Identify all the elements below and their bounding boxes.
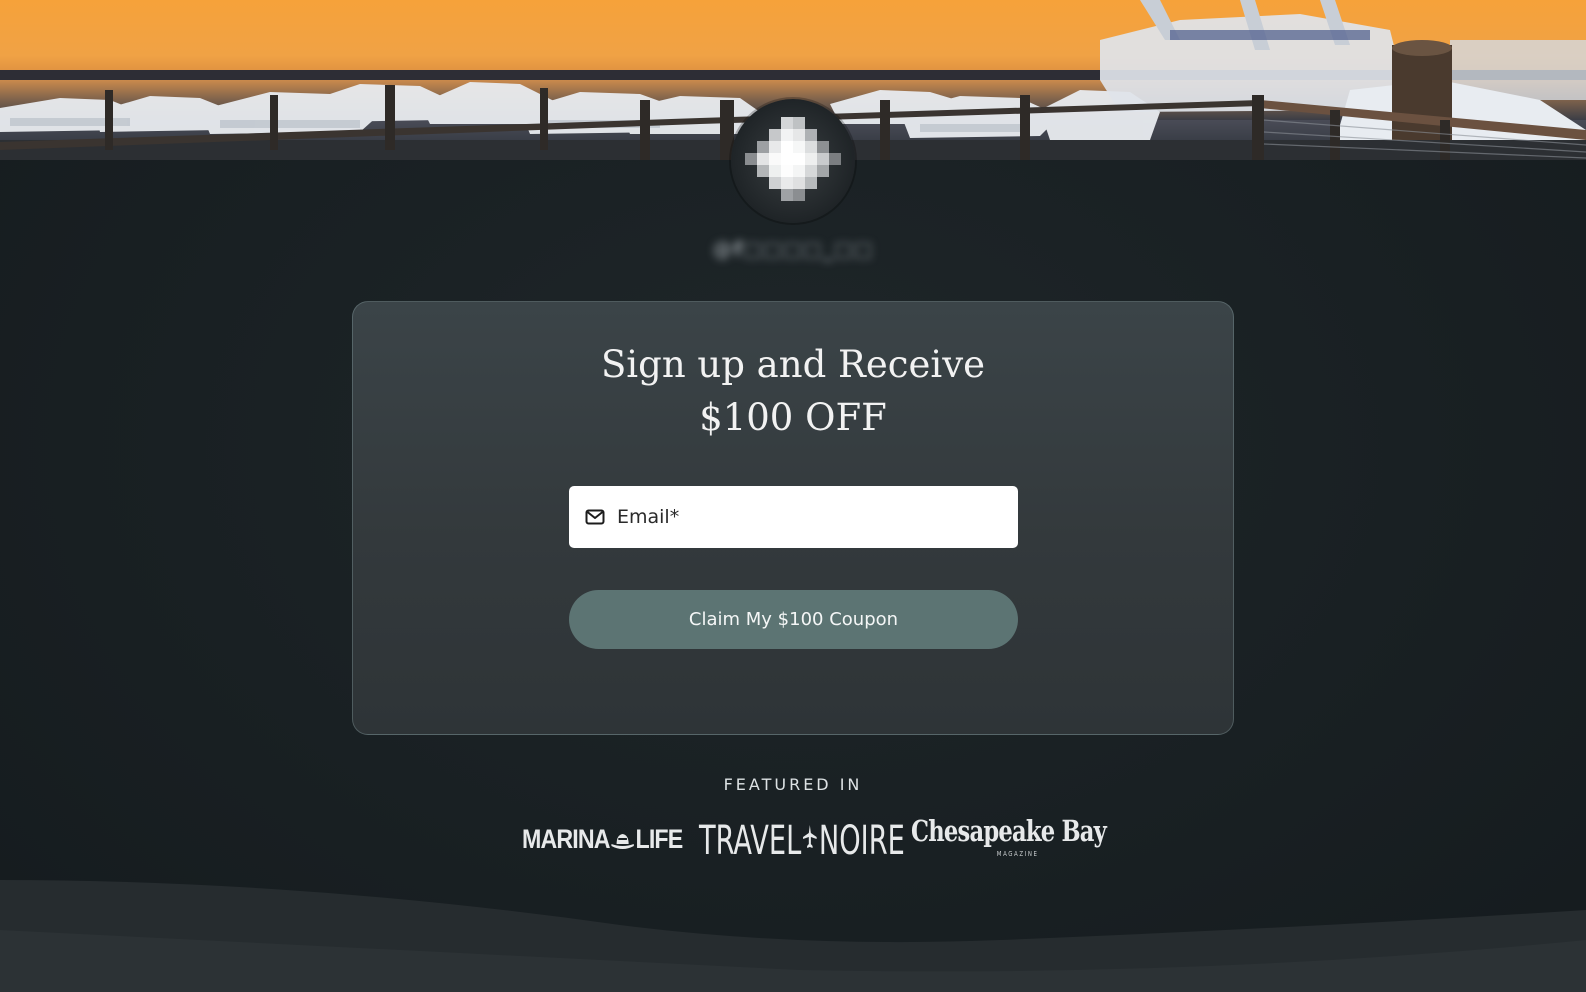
signup-title: Sign up and Receive $100 OFF xyxy=(353,338,1233,444)
airplane-icon xyxy=(803,814,818,848)
hat-icon xyxy=(610,826,636,849)
email-input[interactable] xyxy=(617,497,997,537)
featured-in-label: FEATURED IN xyxy=(723,775,863,794)
signup-title-line-2: $100 OFF xyxy=(699,396,887,439)
bottom-wave-decoration xyxy=(0,870,1586,992)
signup-title-line-1: Sign up and Receive xyxy=(600,343,986,386)
travel-noire-logo: TRAVEL NOIRE xyxy=(699,814,905,864)
marina-life-logo-left: MARINA xyxy=(522,824,611,854)
claim-coupon-button[interactable]: Claim My $100 Coupon xyxy=(569,590,1018,649)
featured-logos: MARINA LIFE TRAVEL NOIRE Chesapeake Bay … xyxy=(0,812,1586,864)
chesapeake-bay-logo-subtitle: MAGAZINE xyxy=(996,850,1039,858)
signup-card: Sign up and Receive $100 OFF Claim My $1… xyxy=(352,301,1234,735)
chesapeake-bay-logo-title: Chesapeake Bay xyxy=(911,814,1107,848)
mail-icon xyxy=(585,509,605,525)
email-field[interactable] xyxy=(569,486,1018,548)
marina-life-logo: MARINA LIFE xyxy=(522,824,684,855)
profile-handle: @f□□□□_□□ xyxy=(712,237,874,261)
marina-life-logo-right: LIFE xyxy=(635,824,684,854)
profile-avatar xyxy=(731,99,855,223)
travel-noire-logo-right: NOIRE xyxy=(818,818,905,864)
travel-noire-logo-left: TRAVEL xyxy=(699,818,802,864)
chesapeake-bay-logo: Chesapeake Bay MAGAZINE xyxy=(911,814,1107,858)
landing-page: @f□□□□_□□ Sign up and Receive $100 OFF C… xyxy=(0,0,1586,992)
